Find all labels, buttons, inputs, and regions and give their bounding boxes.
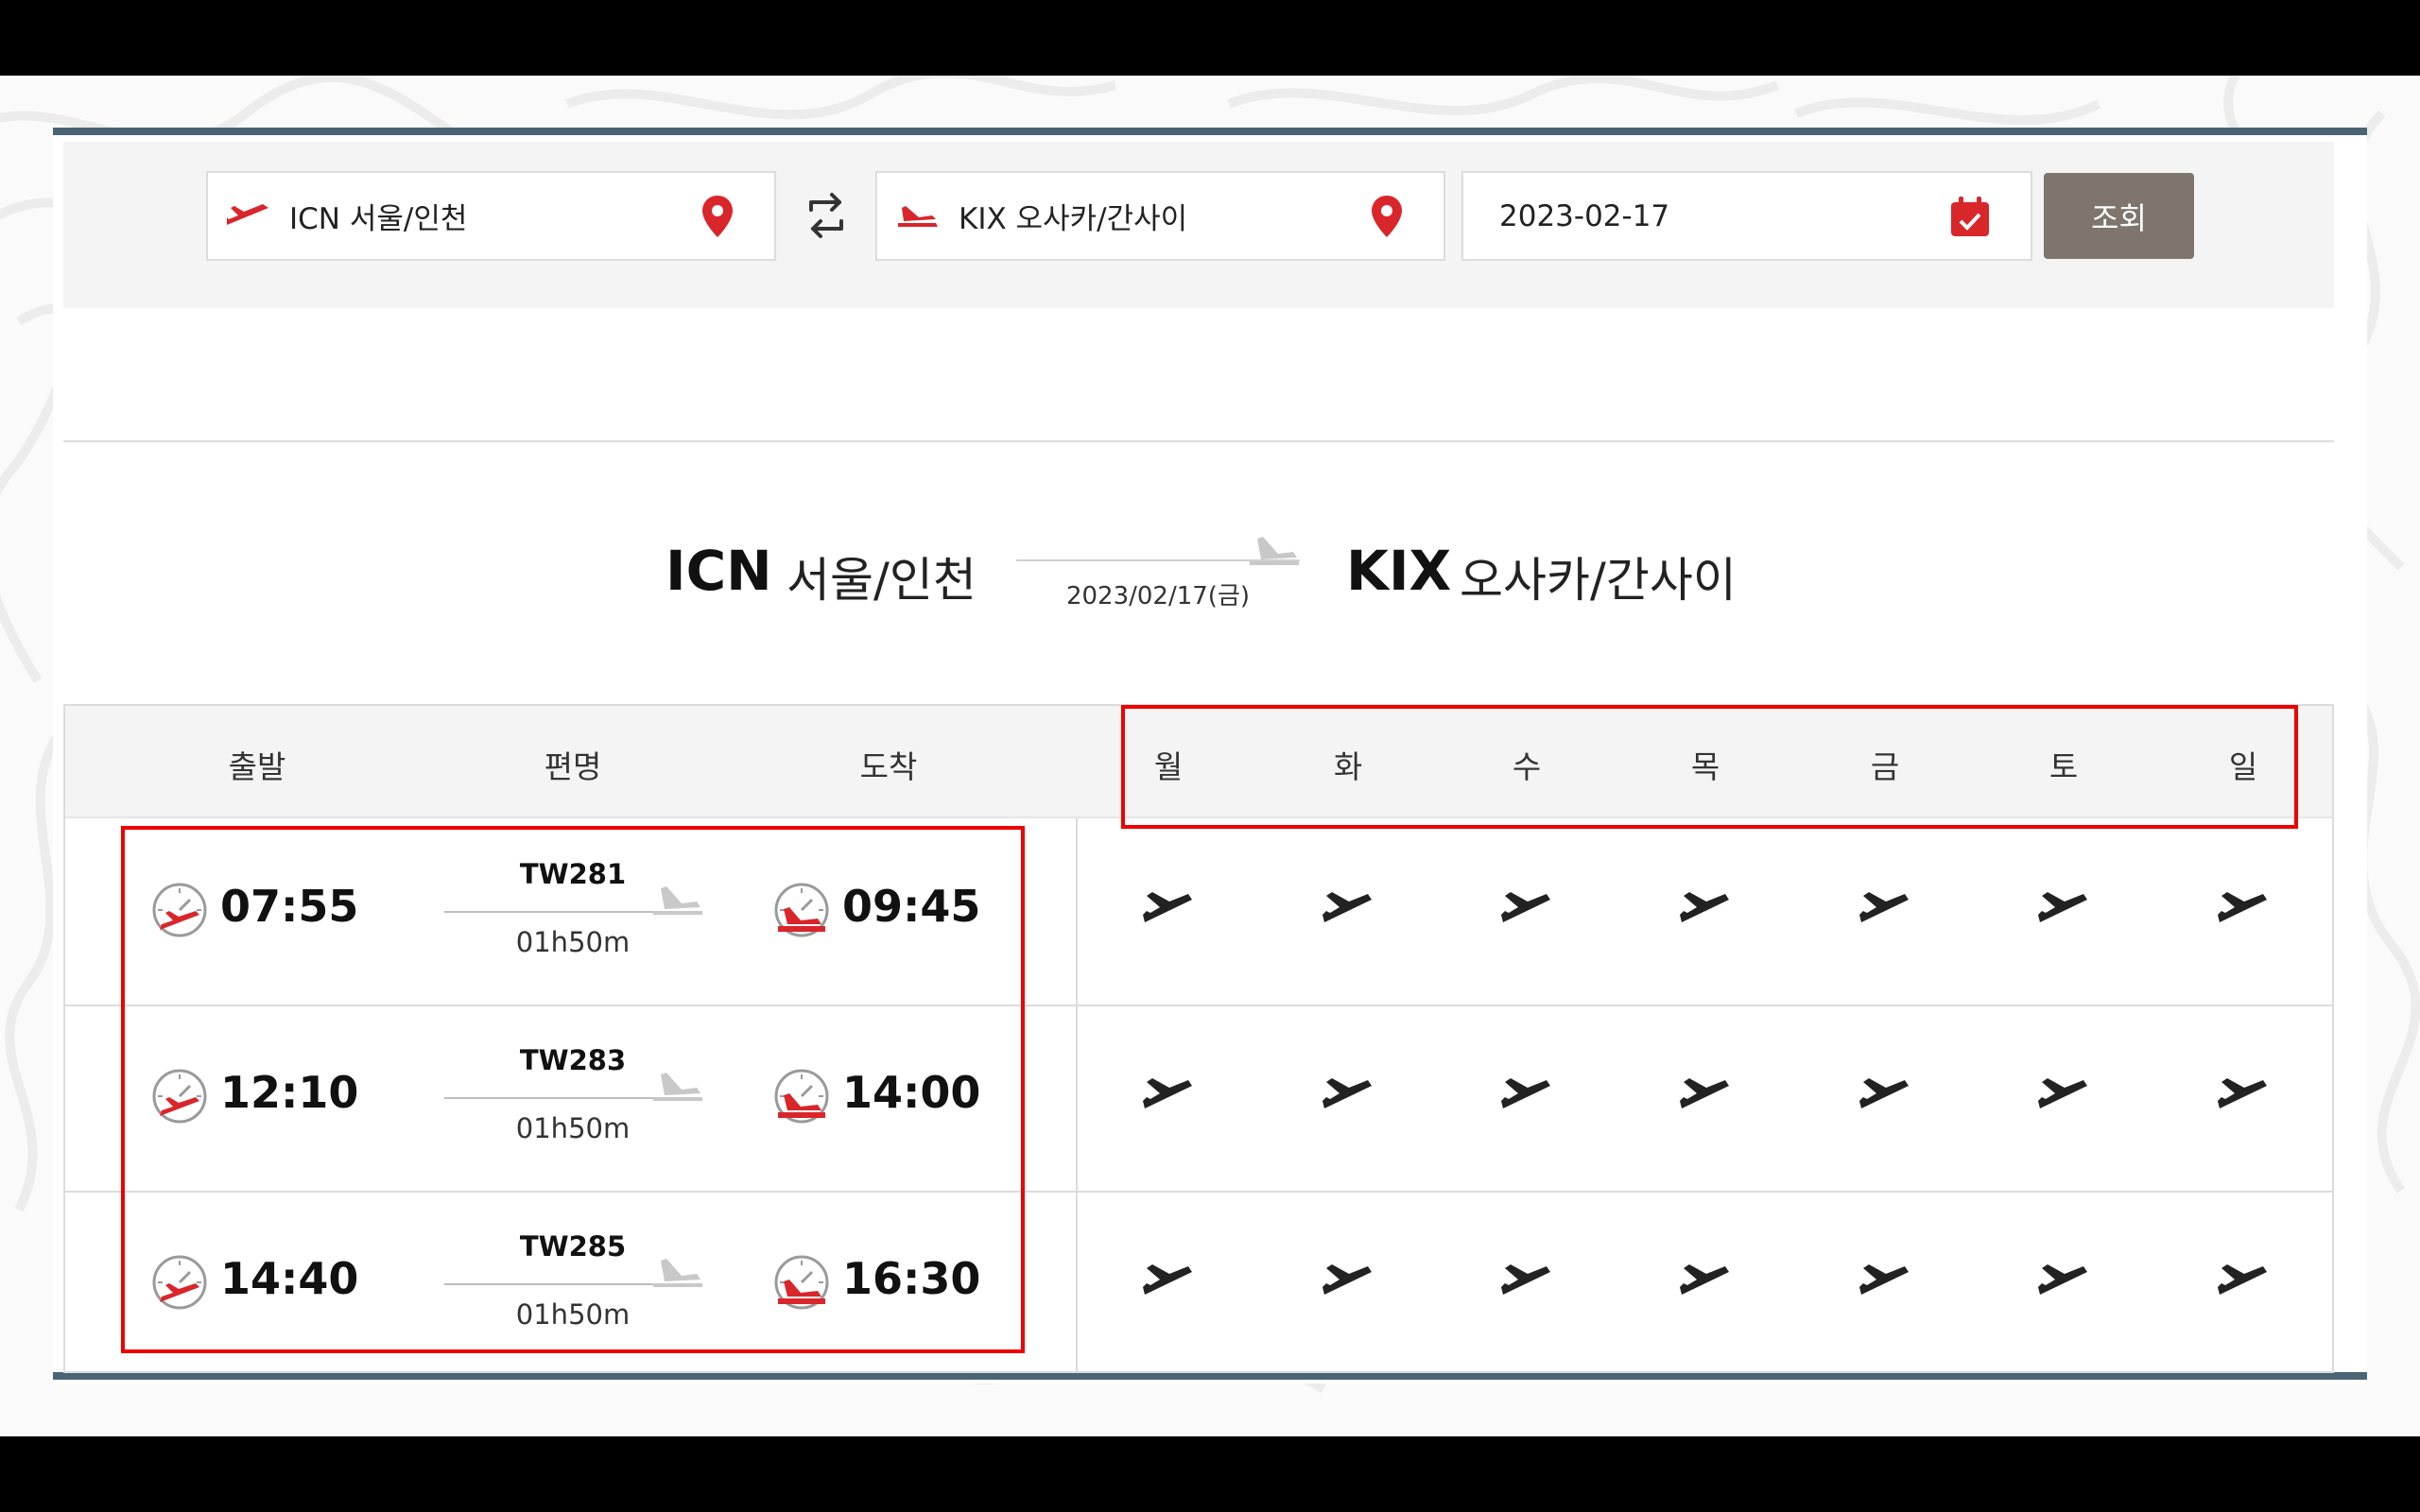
- day-operates-plane-icon: [1499, 1074, 1554, 1112]
- route-summary: ICN 서울/인천 2023/02/17(금) KIX 오사카/간사이: [0, 529, 2420, 624]
- day-operates-plane-icon: [1858, 1261, 1912, 1298]
- plane-icon: [1250, 537, 1299, 565]
- plane-landing-icon: [892, 198, 942, 235]
- search-button[interactable]: 조회: [2044, 173, 2194, 259]
- day-operates-plane-icon: [1141, 888, 1196, 926]
- day-operates-plane-icon: [1321, 1261, 1375, 1298]
- date-field[interactable]: 2023-02-17: [1461, 171, 2032, 261]
- day-operates-plane-icon: [2036, 1074, 2091, 1112]
- date-value: 2023-02-17: [1499, 198, 1670, 233]
- day-operates-plane-icon: [1321, 888, 1375, 926]
- day-operates-plane-icon: [2216, 888, 2271, 926]
- screen: ICN 서울/인천 KIX 오사카/간사이 2023-02-17 조회 ICN …: [0, 0, 2420, 1512]
- header-arrival: 도착: [859, 748, 918, 785]
- day-operates-plane-icon: [1499, 1261, 1554, 1298]
- day-operates-plane-icon: [1678, 888, 1733, 926]
- highlight-box-weekdays: [1121, 705, 2298, 829]
- plane-takeoff-icon: [223, 198, 272, 235]
- day-operates-plane-icon: [1858, 888, 1912, 926]
- origin-city: 서울/인천: [786, 553, 977, 608]
- map-pin-icon[interactable]: [699, 194, 736, 239]
- origin-field[interactable]: ICN 서울/인천: [206, 171, 776, 261]
- section-divider: [63, 440, 2334, 442]
- swap-arrows-icon[interactable]: [802, 189, 851, 242]
- day-operates-plane-icon: [1141, 1261, 1196, 1298]
- origin-code: ICN: [666, 539, 772, 603]
- header-departure: 출발: [228, 748, 286, 785]
- day-operates-plane-icon: [1321, 1074, 1375, 1112]
- day-operates-plane-icon: [1499, 888, 1554, 926]
- day-operates-plane-icon: [2216, 1261, 2271, 1298]
- day-operates-plane-icon: [1141, 1074, 1196, 1112]
- destination-value: KIX 오사카/간사이: [959, 202, 1188, 236]
- header-flight-no: 편명: [544, 748, 602, 785]
- route-date: 2023/02/17(금): [1065, 582, 1251, 610]
- day-operates-plane-icon: [2216, 1074, 2271, 1112]
- destination-code: KIX: [1346, 539, 1452, 603]
- day-operates-plane-icon: [2036, 1261, 2091, 1298]
- day-operates-plane-icon: [1858, 1074, 1912, 1112]
- day-operates-plane-icon: [2036, 888, 2091, 926]
- top-rule: [53, 128, 2367, 135]
- highlight-box-flights: [121, 826, 1025, 1353]
- calendar-check-icon[interactable]: [1949, 195, 1991, 238]
- origin-value: ICN 서울/인천: [289, 202, 468, 236]
- day-operates-plane-icon: [1678, 1074, 1733, 1112]
- destination-city: 오사카/간사이: [1460, 553, 1737, 608]
- map-pin-icon[interactable]: [1368, 194, 1406, 239]
- day-operates-plane-icon: [1678, 1261, 1733, 1298]
- destination-field[interactable]: KIX 오사카/간사이: [875, 171, 1445, 261]
